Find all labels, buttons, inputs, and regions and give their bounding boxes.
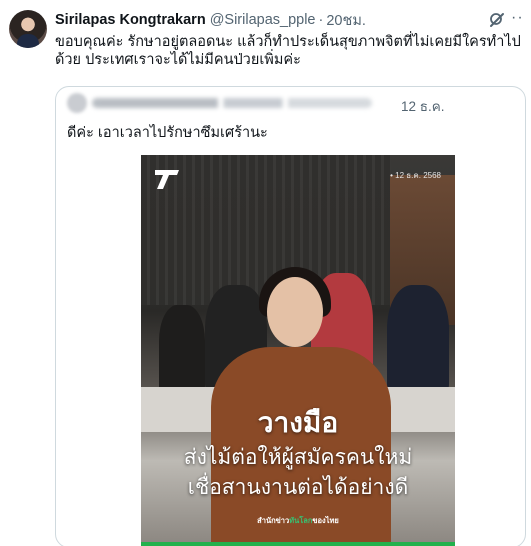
quoted-avatar[interactable] — [67, 93, 87, 113]
separator-dot: · — [318, 12, 324, 28]
media-accent-bar — [141, 542, 455, 546]
media-footer-suffix: ของไทย — [312, 516, 339, 525]
media-subline-1: ส่งไม้ต่อให้ผู้สมัครคนใหม่ — [183, 446, 413, 469]
more-icon[interactable]: ·· — [511, 10, 529, 30]
avatar[interactable] — [9, 10, 47, 48]
quoted-media-image[interactable]: • 12 ธ.ค. 2568 วางมือ ส่งไม้ต่อให้ผู้สมั… — [141, 155, 455, 546]
photo-person — [159, 305, 205, 395]
tweet-header: Sirilapas Kongtrakarn @Sirilapas_pple · … — [55, 10, 525, 30]
author-name[interactable]: Sirilapas Kongtrakarn — [55, 12, 206, 28]
media-headline: วางมือ — [257, 407, 339, 438]
news-logo-icon — [153, 167, 181, 191]
author-handle[interactable]: @Sirilapas_pple — [210, 12, 316, 28]
quoted-tweet[interactable]: 12 ธ.ค. ดีค่ะ เอาเวลาไปรักษาซึมเศร้านะ •… — [55, 86, 526, 546]
tweet-time[interactable]: 20ชม. — [326, 9, 366, 32]
grok-icon[interactable] — [487, 10, 507, 30]
quoted-text: ดีค่ะ เอาเวลาไปรักษาซึมเศร้านะ — [67, 125, 268, 141]
quoted-date[interactable]: 12 ธ.ค. — [401, 95, 445, 117]
quoted-author-redacted — [92, 98, 372, 108]
tweet[interactable]: Sirilapas Kongtrakarn @Sirilapas_pple · … — [0, 0, 531, 546]
photo-main-person-face — [267, 277, 323, 347]
media-footer-accent: ทันโลก — [289, 516, 313, 525]
tweet-text: ขอบคุณค่ะ รักษาอยู่ตลอดนะ แล้วก็ทำประเด็… — [55, 34, 521, 68]
media-footer: สำนักข่าวทันโลกของไทย — [141, 515, 455, 527]
photo-person — [387, 285, 449, 395]
media-footer-prefix: สำนักข่าว — [257, 516, 290, 525]
media-date-stamp: • 12 ธ.ค. 2568 — [390, 171, 441, 180]
media-subline-2: เชื่อสานงานต่อได้อย่างดี — [187, 476, 409, 499]
